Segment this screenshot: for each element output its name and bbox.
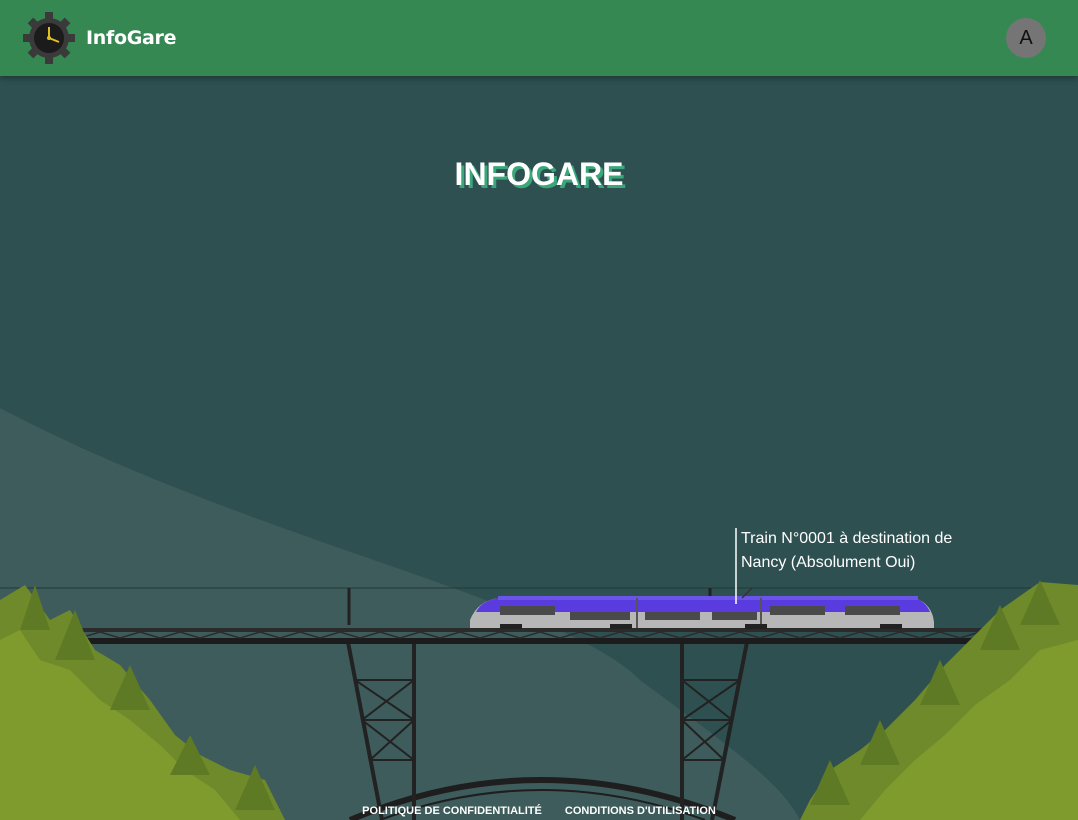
user-avatar[interactable]: A — [1006, 18, 1046, 58]
train-illustration — [470, 587, 934, 629]
clock-gear-icon[interactable] — [23, 12, 75, 64]
app-title[interactable]: InfoGare — [86, 27, 177, 49]
train-info-line1: Train N°0001 à destination de — [741, 530, 953, 547]
page-title: INFOGARE — [454, 156, 624, 192]
terms-of-use-link[interactable]: CONDITIONS D'UTILISATION — [565, 805, 716, 817]
footer-links: POLITIQUE DE CONFIDENTIALITÉ CONDITIONS … — [0, 805, 1078, 817]
train-info-callout: Train N°0001 à destination de Nancy (Abs… — [741, 527, 981, 575]
app-bar: InfoGare A — [0, 0, 1078, 76]
landscape-scene — [0, 408, 1078, 820]
train-info-line2: Nancy (Absolument Oui) — [741, 554, 916, 571]
privacy-policy-link[interactable]: POLITIQUE DE CONFIDENTIALITÉ — [362, 805, 542, 817]
